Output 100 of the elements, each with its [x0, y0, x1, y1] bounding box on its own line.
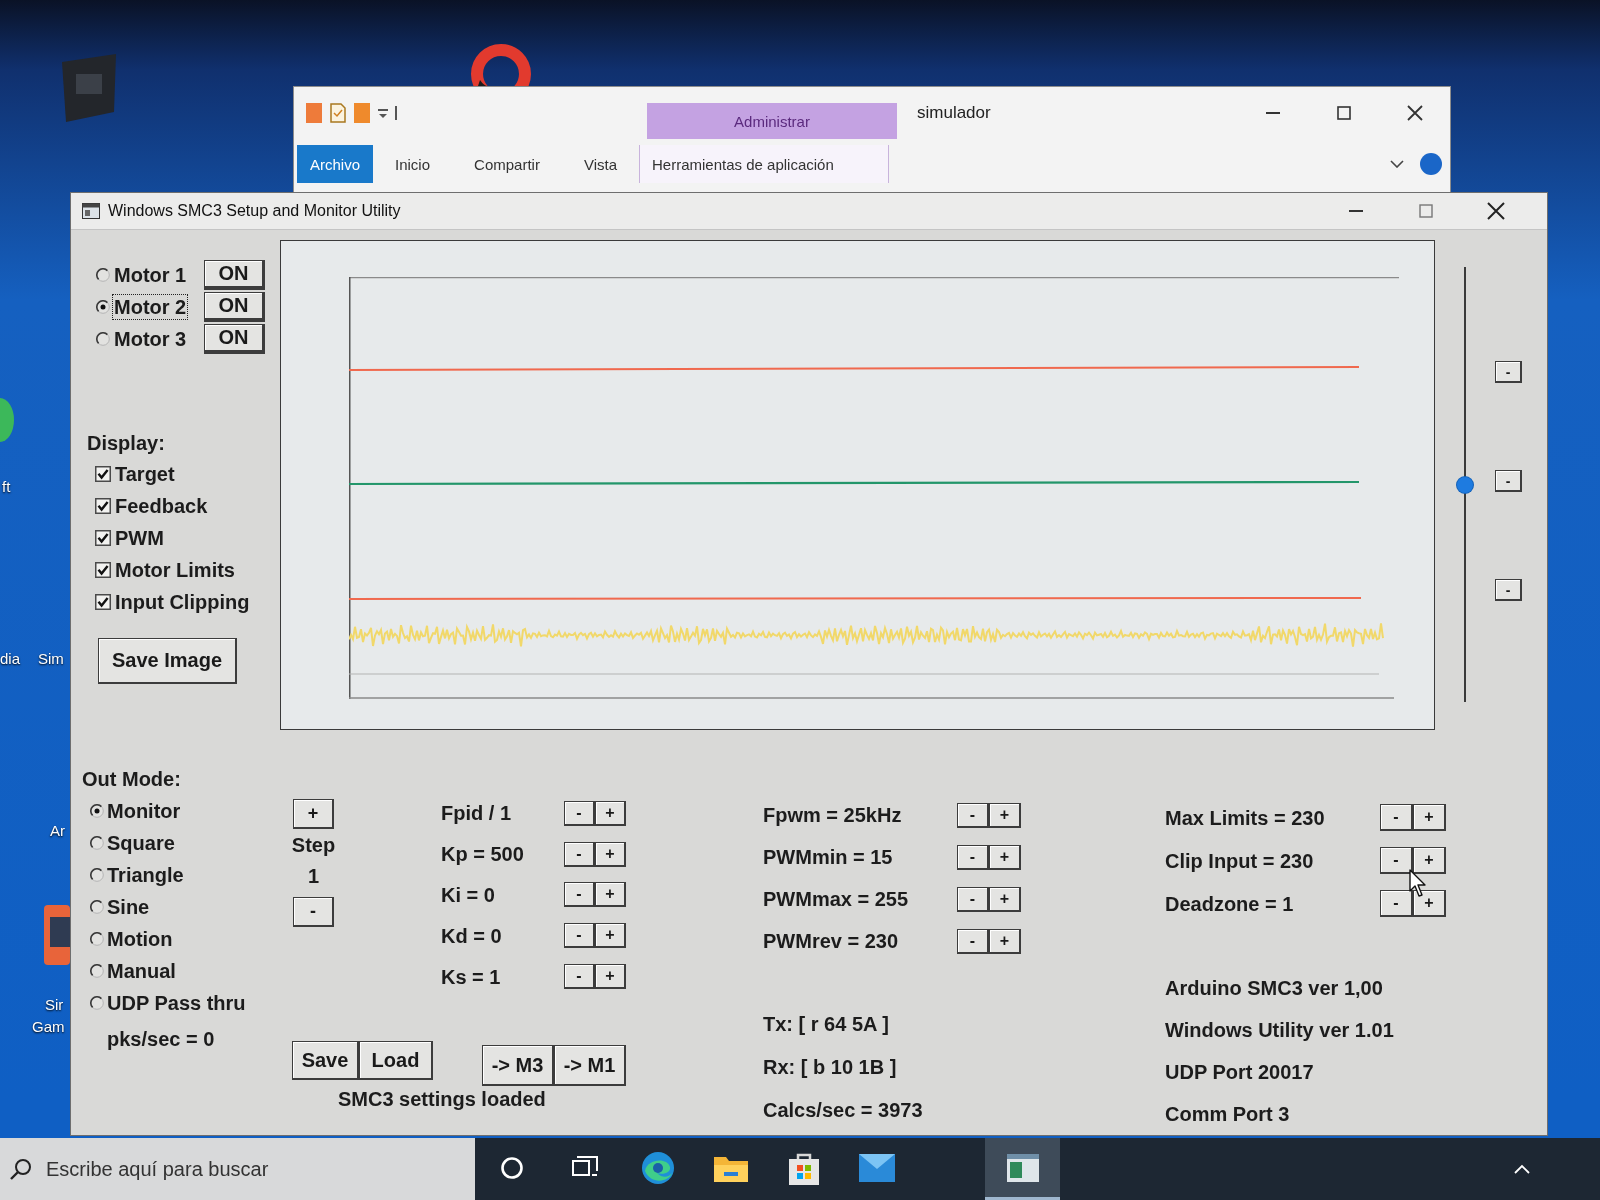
checkbox[interactable] [95, 530, 111, 546]
window-icon [82, 203, 100, 219]
decrease-button[interactable]: - [564, 800, 595, 826]
desktop-icon-label[interactable]: Ar [50, 822, 65, 839]
decrease-button[interactable]: - [564, 841, 595, 867]
desktop-icon-label[interactable]: ft [2, 478, 11, 495]
search-box[interactable]: Escribe aquí para buscar [0, 1138, 475, 1200]
decrease-button[interactable]: - [564, 923, 595, 949]
checkbox-label: Motor Limits [115, 559, 235, 581]
motor-label[interactable]: Motor 2 [114, 296, 187, 318]
parameter-label: Fpid / 1 [441, 802, 511, 825]
customize-icon[interactable] [378, 106, 398, 120]
checkbox[interactable] [95, 498, 111, 514]
decrease-button[interactable]: - [957, 844, 989, 870]
radio-button[interactable] [90, 804, 104, 818]
increase-button[interactable]: + [1413, 890, 1446, 917]
scale-button[interactable]: - [1495, 361, 1522, 383]
decrease-button[interactable]: - [1380, 847, 1413, 874]
radio-button[interactable] [96, 300, 110, 314]
radio-label: Sine [107, 896, 150, 918]
help-icon[interactable] [1420, 153, 1442, 175]
ribbon-tab[interactable]: Herramientas de aplicación [639, 145, 889, 183]
window-title: Windows SMC3 Setup and Monitor Utility [108, 202, 401, 220]
checkbox[interactable] [95, 562, 111, 578]
ribbon-tab[interactable]: Archivo [297, 145, 374, 183]
motor-label[interactable]: Motor 3 [114, 328, 187, 350]
motor-on-button[interactable]: ON [204, 324, 265, 354]
parameter-label: Ks = 1 [441, 965, 501, 988]
increase-button[interactable]: + [989, 886, 1021, 912]
increase-button[interactable]: + [1413, 847, 1446, 874]
radio-button[interactable] [90, 996, 104, 1010]
step-value: 1 [307, 864, 320, 889]
ribbon-tab[interactable]: Compartir [452, 145, 562, 183]
motor-on-button[interactable]: ON [204, 292, 265, 322]
swirl-logo-icon [640, 1150, 675, 1185]
section-label: Display: [86, 431, 165, 456]
desktop-icon-label[interactable]: Sir [45, 996, 64, 1013]
copy-button[interactable]: -> M1 [554, 1045, 626, 1086]
increase-button[interactable]: + [989, 928, 1021, 954]
scale-button[interactable]: - [1495, 470, 1522, 492]
scale-button[interactable]: - [1495, 579, 1522, 601]
settings-button[interactable]: Load [359, 1041, 433, 1080]
context-header: Administrar [647, 103, 897, 139]
increase-button[interactable]: + [595, 800, 626, 826]
page-icon[interactable] [330, 103, 346, 123]
window-title: simulador [917, 103, 991, 123]
increase-button[interactable]: + [595, 964, 626, 990]
checkbox[interactable] [95, 466, 111, 482]
increase-button[interactable]: + [1413, 804, 1446, 831]
increase-button[interactable]: + [989, 802, 1021, 828]
mouse-pointer-icon [1409, 869, 1427, 897]
settings-button[interactable]: Save [292, 1041, 359, 1080]
ribbon-tab[interactable]: Inicio [373, 145, 453, 183]
checkbox-label: PWM [115, 527, 164, 549]
increase-button[interactable]: + [989, 844, 1021, 870]
decrease-button[interactable]: - [564, 882, 595, 908]
ring-icon[interactable] [470, 44, 532, 86]
radio-button[interactable] [90, 836, 104, 850]
radio-button[interactable] [96, 332, 110, 346]
step-increase-button[interactable]: + [293, 799, 334, 829]
decrease-button[interactable]: - [957, 886, 989, 912]
caret-up-icon[interactable] [1514, 1164, 1530, 1174]
decrease-button[interactable]: - [957, 802, 989, 828]
app-icon[interactable] [44, 905, 70, 965]
comm-text: Rx: [ b 10 1B ] [763, 1055, 897, 1078]
ring-icon [500, 1156, 523, 1179]
decrease-button[interactable]: - [957, 928, 989, 954]
radio-button[interactable] [90, 932, 104, 946]
increase-button[interactable]: + [595, 841, 626, 867]
checkbox[interactable] [95, 594, 111, 610]
step-decrease-button[interactable]: - [293, 897, 334, 927]
checkbox-label: Input Clipping [115, 591, 250, 613]
slider-thumb[interactable] [1457, 476, 1473, 493]
save-image-button[interactable]: Save Image [98, 638, 237, 684]
motor-on-button[interactable]: ON [204, 260, 265, 290]
increase-button[interactable]: + [595, 882, 626, 908]
decrease-button[interactable]: - [564, 964, 595, 990]
motor-label[interactable]: Motor 1 [114, 264, 187, 286]
comm-text: Calcs/sec = 3973 [763, 1098, 923, 1121]
taskbar-app[interactable] [985, 1138, 1060, 1200]
radio-label: Square [107, 832, 175, 854]
copy-button[interactable]: -> M3 [482, 1045, 554, 1086]
decrease-button[interactable]: - [1380, 890, 1413, 917]
parameter-label: Fpwm = 25kHz [763, 804, 902, 826]
radio-button[interactable] [96, 268, 110, 282]
radio-button[interactable] [90, 900, 104, 914]
step-label: Step [291, 833, 336, 858]
desktop-icon-label[interactable]: dia [0, 650, 21, 667]
desktop-icon-label[interactable]: Gam [32, 1018, 65, 1035]
radio-button[interactable] [90, 964, 104, 978]
parameter-label: Clip Input = 230 [1165, 849, 1314, 872]
search-field[interactable]: Escribe aquí para buscar [46, 1149, 475, 1189]
ribbon-tab[interactable]: Vista [561, 145, 639, 183]
radio-button[interactable] [90, 868, 104, 882]
desktop-icon-label[interactable]: Sim [38, 650, 64, 667]
chevron-down-icon[interactable] [1390, 160, 1404, 168]
decrease-button[interactable]: - [1380, 804, 1413, 831]
increase-button[interactable]: + [595, 923, 626, 949]
checkbox-label: Feedback [115, 495, 208, 517]
search-icon [10, 1158, 32, 1180]
